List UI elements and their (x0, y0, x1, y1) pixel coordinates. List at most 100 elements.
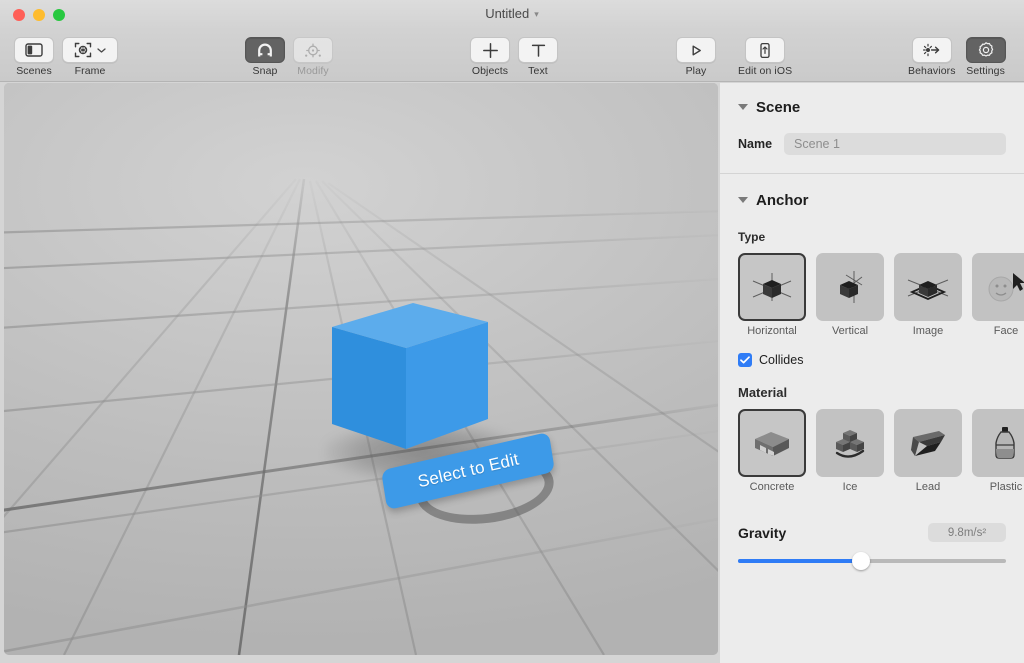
toolbar-item-snap[interactable]: Snap (245, 37, 285, 77)
material-ice-label: Ice (843, 481, 858, 493)
material-lead-icon (905, 423, 951, 463)
material-plastic-label: Plastic (990, 481, 1022, 493)
material-plastic[interactable]: Plastic (972, 409, 1024, 493)
toolbar-group-preview: Play Edit on iOS (676, 37, 792, 77)
scene-section-title: Scene (756, 99, 800, 116)
toolbar-item-text[interactable]: Text (518, 37, 558, 77)
material-concrete-box[interactable] (738, 409, 806, 477)
toolbar-group-insert: Objects Text (470, 37, 558, 77)
collides-row[interactable]: Collides (720, 353, 1024, 367)
toolbar-item-behaviors[interactable]: Behaviors (908, 37, 956, 77)
anchor-type-label: Type (720, 230, 1024, 244)
main-toolbar: Scenes Frame (0, 30, 1024, 82)
toolbar-item-objects[interactable]: Objects (470, 37, 510, 77)
material-lead-box[interactable] (894, 409, 962, 477)
play-button[interactable] (676, 37, 716, 63)
collides-label: Collides (759, 353, 803, 367)
disclosure-triangle-icon[interactable] (738, 104, 748, 110)
gravity-slider-knob[interactable] (852, 552, 870, 570)
anchor-type-vertical-label: Vertical (832, 325, 868, 337)
toolbar-item-modify[interactable]: Modify (293, 37, 333, 77)
edit-on-ios-label: Edit on iOS (738, 65, 792, 77)
anchor-type-image-box[interactable] (894, 253, 962, 321)
material-ice[interactable]: Ice (816, 409, 884, 493)
material-concrete-label: Concrete (750, 481, 795, 493)
scenes-label: Scenes (16, 65, 52, 77)
anchor-type-face-label: Face (994, 325, 1018, 337)
toolbar-item-play[interactable]: Play (676, 37, 716, 77)
anchor-type-face[interactable]: Face (972, 253, 1024, 337)
add-text-button[interactable] (518, 37, 558, 63)
gravity-value-field[interactable]: 9.8m/s² (928, 523, 1006, 542)
anchor-section-header[interactable]: Anchor (720, 190, 1024, 210)
scene-name-input[interactable]: Scene 1 (784, 133, 1006, 155)
settings-button[interactable] (966, 37, 1006, 63)
play-label: Play (686, 65, 707, 77)
disclosure-triangle-icon[interactable] (738, 197, 748, 203)
anchor-type-vertical[interactable]: Vertical (816, 253, 884, 337)
material-ice-box[interactable] (816, 409, 884, 477)
frame-button[interactable] (62, 37, 118, 63)
chevron-down-icon[interactable] (97, 47, 106, 54)
behaviors-burst-icon (922, 42, 941, 58)
gravity-slider[interactable] (738, 552, 1006, 570)
toolbar-item-frame[interactable]: Frame (62, 37, 118, 77)
plus-icon (482, 42, 499, 59)
anchor-type-horizontal[interactable]: Horizontal (738, 253, 806, 337)
snap-button[interactable] (245, 37, 285, 63)
frame-label: Frame (75, 65, 106, 77)
modify-icon (304, 42, 322, 59)
objects-label: Objects (472, 65, 508, 77)
window-titlebar: Untitled ▾ (0, 0, 1024, 30)
gravity-label: Gravity (738, 525, 786, 541)
material-concrete-icon (749, 423, 795, 463)
document-title[interactable]: Untitled ▾ (0, 6, 1024, 21)
anchor-image-icon (905, 267, 951, 307)
cube-object[interactable] (320, 291, 500, 453)
behaviors-button[interactable] (912, 37, 952, 63)
collides-checkbox[interactable] (738, 353, 752, 367)
anchor-type-vertical-box[interactable] (816, 253, 884, 321)
chevron-down-icon[interactable]: ▾ (534, 9, 539, 20)
text-label: Text (528, 65, 548, 77)
material-plastic-icon (984, 423, 1024, 463)
anchor-type-image-label: Image (913, 325, 944, 337)
anchor-type-face-box[interactable] (972, 253, 1024, 321)
toolbar-group-left: Scenes Frame (14, 37, 118, 77)
document-title-text: Untitled (485, 6, 529, 21)
toolbar-item-edit-on-ios[interactable]: Edit on iOS (738, 37, 792, 77)
material-options: Concrete (720, 409, 1024, 493)
reality-composer-window: Untitled ▾ Scenes (0, 0, 1024, 663)
anchor-vertical-icon (828, 267, 872, 307)
material-lead-label: Lead (916, 481, 940, 493)
edit-on-ios-button[interactable] (745, 37, 785, 63)
toolbar-item-settings[interactable]: Settings (966, 37, 1006, 77)
material-plastic-box[interactable] (972, 409, 1024, 477)
magnet-icon (256, 42, 274, 59)
settings-inspector-panel: Scene Name Scene 1 Anchor Type (720, 83, 1024, 663)
scene-name-row: Name Scene 1 (720, 133, 1024, 155)
material-ice-icon (827, 423, 873, 463)
anchor-type-image[interactable]: Image (894, 253, 962, 337)
material-label: Material (720, 385, 1024, 400)
scene-section-header[interactable]: Scene (720, 97, 1024, 117)
settings-label: Settings (966, 65, 1005, 77)
material-concrete[interactable]: Concrete (738, 409, 806, 493)
scenes-button[interactable] (14, 37, 54, 63)
anchor-type-horizontal-box[interactable] (738, 253, 806, 321)
add-objects-button[interactable] (470, 37, 510, 63)
snap-label: Snap (253, 65, 278, 77)
toolbar-group-right: Behaviors Settings (908, 37, 1006, 77)
scene-name-label: Name (738, 137, 772, 151)
anchor-horizontal-icon (750, 267, 794, 307)
gravity-slider-fill (738, 559, 861, 563)
modify-label: Modify (297, 65, 329, 77)
material-lead[interactable]: Lead (894, 409, 962, 493)
scenes-panel-icon (25, 43, 43, 57)
scene-viewport[interactable]: Select to Edit (4, 83, 718, 655)
modify-button[interactable] (293, 37, 333, 63)
text-t-icon (530, 42, 547, 59)
toolbar-item-scenes[interactable]: Scenes (14, 37, 54, 77)
gear-icon (977, 41, 995, 59)
iphone-icon (758, 42, 772, 59)
